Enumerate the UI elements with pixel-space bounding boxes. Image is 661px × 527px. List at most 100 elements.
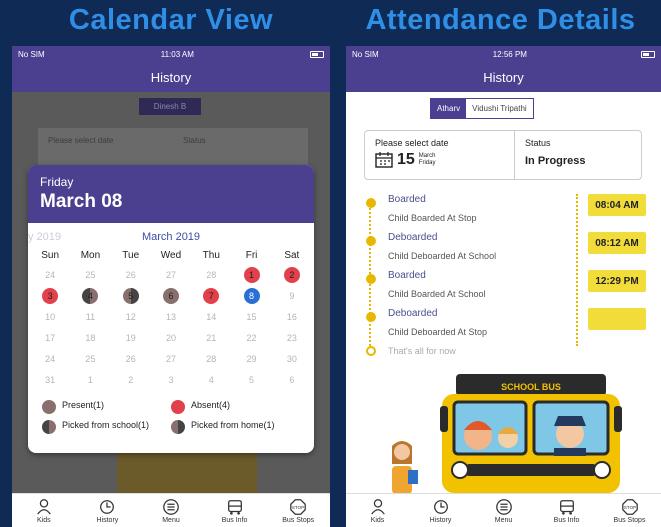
calendar-phone-screen: No SIM 11:03 AM History Dinesh B Please … bbox=[12, 46, 330, 527]
tab-kids[interactable]: Kids bbox=[353, 498, 403, 524]
calendar-day[interactable]: 8 bbox=[231, 285, 271, 306]
calendar-day-number: 15 bbox=[246, 311, 257, 322]
clock: 11:03 AM bbox=[160, 49, 194, 59]
calendar-day[interactable]: 14 bbox=[191, 306, 231, 327]
picked-school-swatch bbox=[42, 420, 56, 434]
calendar-day[interactable]: 30 bbox=[272, 348, 312, 369]
legend-home-label: Picked from home(1) bbox=[191, 420, 275, 430]
calendar-day-number: 22 bbox=[246, 332, 257, 343]
calendar-day[interactable]: 17 bbox=[30, 327, 70, 348]
calendar-day[interactable]: 25 bbox=[70, 348, 110, 369]
event-time: 12:29 PM bbox=[588, 270, 646, 292]
date-picker[interactable]: Please select date 15 March Friday bbox=[365, 131, 515, 179]
calendar-day[interactable]: 26 bbox=[111, 348, 151, 369]
calendar-day[interactable]: 27 bbox=[151, 348, 191, 369]
weekday-header: Thu bbox=[202, 250, 220, 261]
calendar-day[interactable]: 2 bbox=[272, 264, 312, 285]
calendar-day-number: 10 bbox=[45, 311, 56, 322]
calendar-day: 25 bbox=[70, 264, 110, 285]
calendar-day[interactable]: 23 bbox=[272, 327, 312, 348]
tab-menu-label: Menu bbox=[494, 516, 513, 524]
battery-icon bbox=[640, 50, 655, 59]
calendar-day[interactable]: 4 bbox=[70, 285, 110, 306]
calendar-day-number: 16 bbox=[286, 311, 297, 322]
calendar-day[interactable]: 13 bbox=[151, 306, 191, 327]
calendar-day[interactable]: 15 bbox=[231, 306, 271, 327]
calendar-day[interactable]: 22 bbox=[231, 327, 271, 348]
calendar-day[interactable]: 18 bbox=[70, 327, 110, 348]
calendar-day[interactable]: 28 bbox=[191, 348, 231, 369]
calendar-day-number: 11 bbox=[85, 311, 96, 322]
calendar-day[interactable]: 19 bbox=[111, 327, 151, 348]
tab-bus-stops[interactable]: STOP Bus Stops bbox=[605, 498, 655, 524]
legend-absent-label: Absent(4) bbox=[191, 400, 231, 410]
previous-month-ghost: y 2019 bbox=[28, 231, 62, 243]
tab-bus-stops-label: Bus Stops bbox=[613, 516, 646, 524]
present-swatch bbox=[42, 400, 56, 414]
tab-bus-info[interactable]: Bus Info bbox=[542, 498, 592, 524]
calendar-day: 3 bbox=[151, 369, 191, 390]
calendar-day: 26 bbox=[111, 264, 151, 285]
tab-atharv[interactable]: Atharv bbox=[431, 99, 467, 118]
month-small: March bbox=[418, 153, 436, 159]
calendar-day[interactable]: 9 bbox=[272, 285, 312, 306]
calendar-day-number: 31 bbox=[45, 374, 56, 385]
calendar-day-number: 1 bbox=[243, 266, 260, 283]
calendar-day[interactable]: 6 bbox=[151, 285, 191, 306]
tab-vidushi-tripathi[interactable]: Vidushi Tripathi bbox=[466, 99, 533, 118]
calendar-day[interactable]: 10 bbox=[30, 306, 70, 327]
calendar-day-number: 25 bbox=[85, 269, 96, 280]
calendar-day[interactable]: 5 bbox=[111, 285, 151, 306]
calendar-day[interactable]: 31 bbox=[30, 369, 70, 390]
timeline-dot-icon bbox=[366, 274, 376, 284]
weekday-header: Fri bbox=[245, 250, 258, 261]
svg-text:STOP: STOP bbox=[292, 504, 304, 509]
kid-icon bbox=[36, 498, 51, 515]
carrier-label: No SIM bbox=[18, 49, 45, 59]
calendar-day[interactable]: 24 bbox=[30, 348, 70, 369]
calendar-day-number: 27 bbox=[165, 353, 176, 364]
tab-bus-info[interactable]: Bus Info bbox=[210, 498, 260, 524]
tab-menu[interactable]: Menu bbox=[479, 498, 529, 524]
tab-history[interactable]: History bbox=[416, 498, 466, 524]
timeline-end: That's all for now bbox=[366, 346, 646, 360]
kid-tab[interactable]: Dinesh B bbox=[139, 98, 201, 115]
calendar-day-number: 24 bbox=[45, 353, 56, 364]
history-icon bbox=[433, 499, 448, 514]
tab-history-label: History bbox=[429, 516, 452, 524]
calendar-day: 6 bbox=[272, 369, 312, 390]
timeline-dot-icon bbox=[366, 312, 376, 322]
tab-kids-label: Kids bbox=[370, 516, 385, 524]
calendar-day-number: 14 bbox=[206, 311, 217, 322]
calendar-day[interactable]: 3 bbox=[30, 285, 70, 306]
tab-history[interactable]: History bbox=[82, 498, 132, 524]
stop-sign-icon: STOP bbox=[621, 498, 638, 515]
calendar-day[interactable]: 12 bbox=[111, 306, 151, 327]
calendar-day: 5 bbox=[231, 369, 271, 390]
calendar-day[interactable]: 16 bbox=[272, 306, 312, 327]
calendar-day[interactable]: 7 bbox=[191, 285, 231, 306]
status-bar: No SIM 12:56 PM bbox=[346, 46, 661, 62]
calendar-day: 28 bbox=[191, 264, 231, 285]
status-bar: No SIM 11:03 AM bbox=[12, 46, 330, 62]
calendar-day[interactable]: 20 bbox=[151, 327, 191, 348]
tab-bus-info-label: Bus Info bbox=[221, 516, 248, 524]
calendar-day[interactable]: 11 bbox=[70, 306, 110, 327]
tab-history-label: History bbox=[96, 516, 119, 524]
calendar-day-number: 3 bbox=[42, 287, 59, 304]
status-section: Status In Progress bbox=[515, 131, 596, 179]
calendar-day[interactable]: 1 bbox=[231, 264, 271, 285]
clock: 12:56 PM bbox=[492, 49, 527, 59]
absent-swatch bbox=[171, 400, 185, 414]
stop-sign-icon: STOP bbox=[290, 498, 307, 515]
calendar-day-number: 6 bbox=[162, 287, 179, 304]
calendar-day-number: 24 bbox=[45, 269, 56, 280]
calendar-day[interactable]: 29 bbox=[231, 348, 271, 369]
tab-bus-stops[interactable]: STOP Bus Stops bbox=[273, 498, 323, 524]
tab-kids[interactable]: Kids bbox=[19, 498, 69, 524]
day-number: 15 bbox=[397, 151, 415, 168]
calendar-day-number: 28 bbox=[206, 269, 217, 280]
weekday-header: Sat bbox=[284, 250, 300, 261]
tab-menu[interactable]: Menu bbox=[146, 498, 196, 524]
calendar-day[interactable]: 21 bbox=[191, 327, 231, 348]
